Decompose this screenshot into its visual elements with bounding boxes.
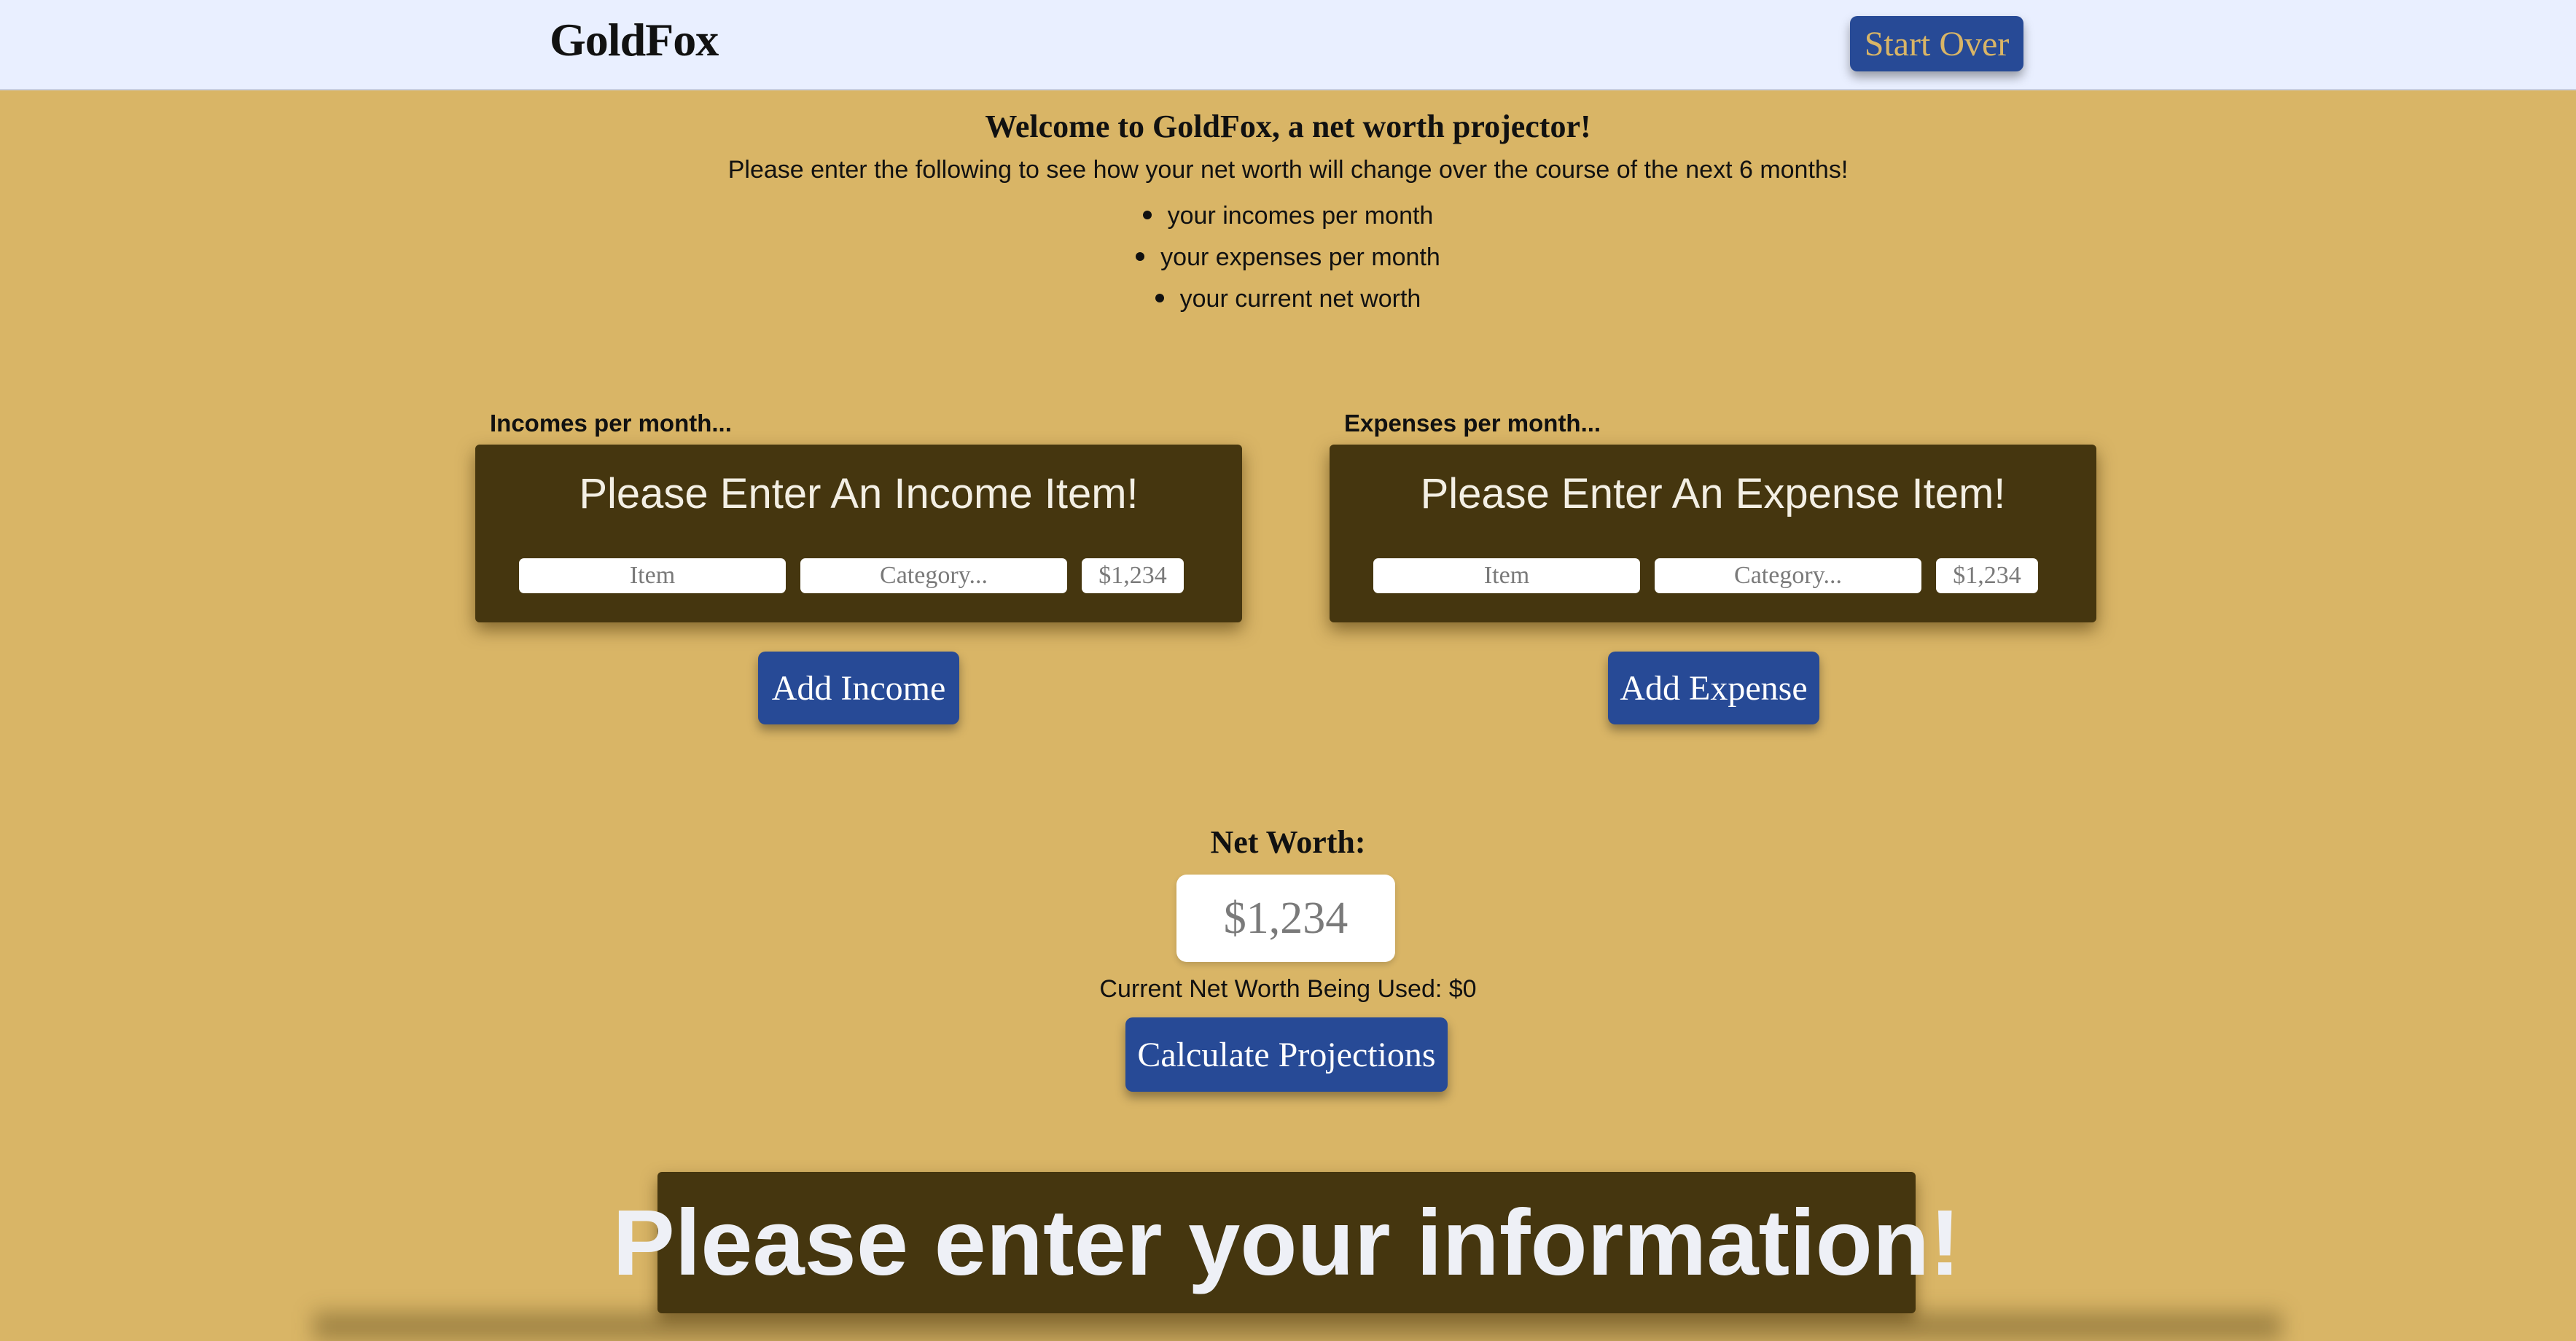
list-item: your current net worth (0, 278, 2576, 320)
income-category-input[interactable] (800, 558, 1067, 593)
list-item: your expenses per month (0, 237, 2576, 278)
status-banner: Please enter your information! (612, 1172, 1961, 1313)
requirements-list: your incomes per month your expenses per… (0, 195, 2576, 320)
expense-panel-title: Please Enter An Expense Item! (1420, 470, 2006, 517)
top-nav-bar: GoldFox Start Over (0, 0, 2576, 90)
income-section-label: Incomes per month... (490, 410, 732, 437)
bullet-icon (1142, 211, 1152, 220)
status-banner-text: Please enter your information! (612, 1190, 1961, 1295)
income-entry-panel: Please Enter An Income Item! (475, 445, 1242, 622)
bullet-icon (1136, 252, 1145, 262)
current-net-worth-text: Current Net Worth Being Used: $0 (1099, 975, 1477, 1003)
income-item-input[interactable] (519, 558, 786, 593)
banner-shadow (313, 1312, 2282, 1341)
expense-category-input[interactable] (1655, 558, 1921, 593)
income-panel-title: Please Enter An Income Item! (579, 470, 1139, 517)
instructions-text: Please enter the following to see how yo… (727, 156, 1849, 184)
income-amount-input[interactable] (1082, 558, 1184, 593)
net-worth-input[interactable] (1176, 875, 1395, 962)
expense-section-label: Expenses per month... (1344, 410, 1601, 437)
expense-amount-input[interactable] (1936, 558, 2038, 593)
start-over-button[interactable]: Start Over (1850, 16, 2023, 71)
bullet-icon (1155, 294, 1164, 303)
list-item: your incomes per month (0, 195, 2576, 237)
add-income-button[interactable]: Add Income (758, 652, 959, 724)
brand-logo-text[interactable]: GoldFox (550, 13, 719, 67)
expense-entry-panel: Please Enter An Expense Item! (1330, 445, 2096, 622)
add-expense-button[interactable]: Add Expense (1608, 652, 1819, 724)
calculate-projections-button[interactable]: Calculate Projections (1125, 1017, 1448, 1092)
welcome-heading: Welcome to GoldFox, a net worth projecto… (985, 109, 1591, 144)
net-worth-label: Net Worth: (1210, 824, 1366, 860)
expense-item-input[interactable] (1373, 558, 1640, 593)
